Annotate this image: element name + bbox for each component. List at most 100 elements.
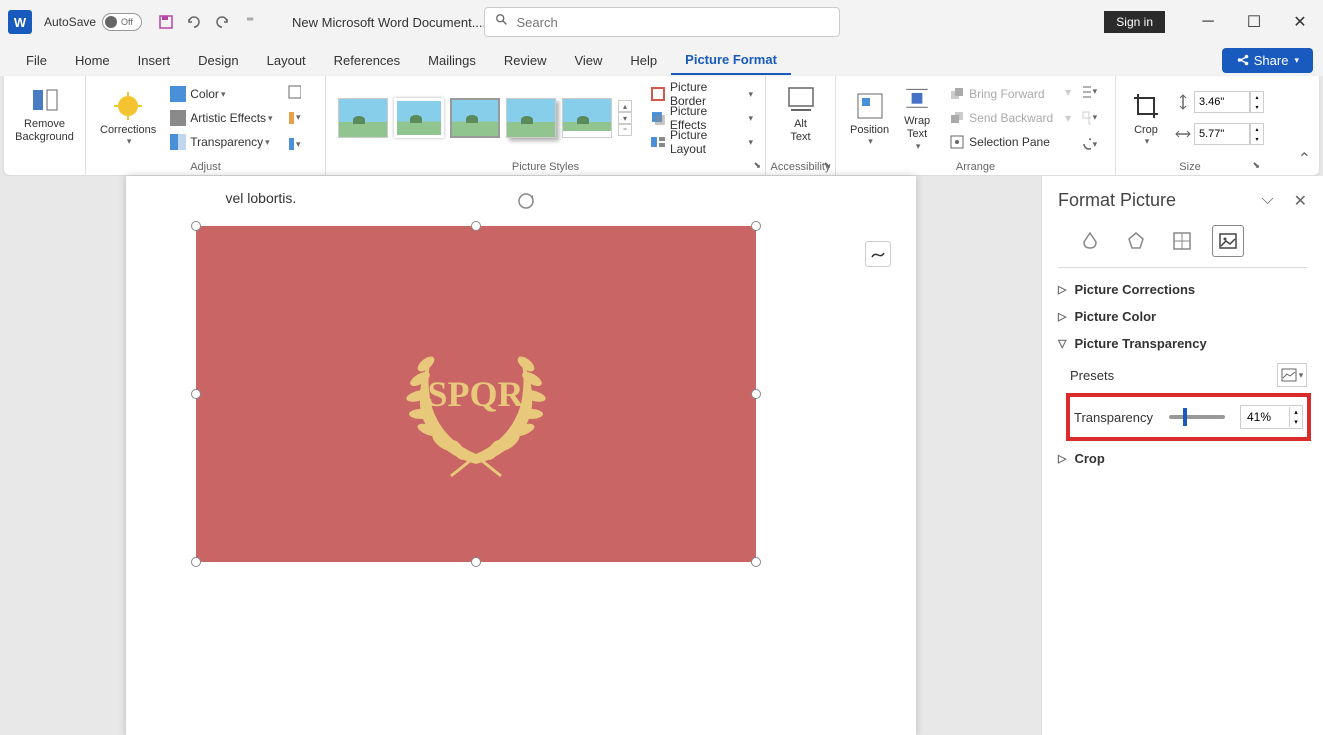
width-down[interactable]: ▾ xyxy=(1251,134,1263,144)
gallery-scroll-up[interactable]: ▴ xyxy=(618,100,632,112)
maximize-button[interactable]: ☐ xyxy=(1231,6,1277,38)
transparency-input[interactable] xyxy=(1241,406,1289,428)
selection-handle-tl[interactable] xyxy=(191,221,201,231)
document-page[interactable]: vel lobortis. xyxy=(126,176,916,735)
pane-close-button[interactable]: ✕ xyxy=(1294,191,1307,211)
qat-customize[interactable]: ⁼ xyxy=(236,8,264,36)
accessibility-launcher[interactable]: ⬊ xyxy=(823,160,831,171)
autosave-toggle[interactable]: Off xyxy=(102,13,142,31)
selection-handle-ml[interactable] xyxy=(191,389,201,399)
selection-handle-bl[interactable] xyxy=(191,557,201,567)
picture-style-1[interactable] xyxy=(338,98,388,138)
picture-transparency-section[interactable]: ▽ Picture Transparency xyxy=(1058,330,1307,357)
presets-dropdown[interactable]: ▾ xyxy=(1277,363,1307,387)
position-button[interactable]: Position▾ xyxy=(844,80,895,156)
close-button[interactable]: ✕ xyxy=(1277,6,1323,38)
picture-corrections-section[interactable]: ▷ Picture Corrections xyxy=(1058,276,1307,303)
selected-image[interactable]: SPQR xyxy=(196,226,756,562)
effects-category-icon[interactable] xyxy=(1120,225,1152,257)
tab-picture-format[interactable]: Picture Format xyxy=(671,46,791,75)
picture-style-3[interactable] xyxy=(450,98,500,138)
redo-button[interactable] xyxy=(208,8,236,36)
share-button[interactable]: Share ▾ xyxy=(1222,48,1313,73)
autosave-label: AutoSave xyxy=(44,15,96,29)
reset-picture-button[interactable]: ▾ xyxy=(283,133,305,156)
align-button[interactable]: ▾ xyxy=(1077,80,1101,103)
picture-layout-button[interactable]: Picture Layout▾ xyxy=(646,130,757,154)
tab-view[interactable]: View xyxy=(560,47,616,74)
pane-title: Format Picture xyxy=(1058,190,1176,211)
collapse-ribbon-button[interactable]: ⌃ xyxy=(1298,149,1311,169)
pane-options-button[interactable]: ⌵ xyxy=(1261,191,1273,211)
gallery-scroll-down[interactable]: ▾ xyxy=(618,112,632,124)
change-picture-button[interactable]: ▾ xyxy=(283,106,305,129)
layout-category-icon[interactable] xyxy=(1166,225,1198,257)
tab-references[interactable]: References xyxy=(320,47,414,74)
corrections-button[interactable]: Corrections ▾ xyxy=(94,80,162,156)
tab-insert[interactable]: Insert xyxy=(124,47,185,74)
compress-pictures-button[interactable] xyxy=(283,80,305,103)
size-launcher[interactable]: ⬊ xyxy=(1252,160,1260,171)
alt-text-button[interactable]: Alt Text xyxy=(774,80,827,148)
send-backward-more[interactable]: ▾ xyxy=(1061,106,1075,129)
autosave-control[interactable]: AutoSave Off xyxy=(44,13,142,31)
slider-thumb[interactable] xyxy=(1183,408,1187,426)
width-up[interactable]: ▴ xyxy=(1251,124,1263,134)
search-box[interactable] xyxy=(484,7,840,37)
selection-pane-button[interactable]: Selection Pane xyxy=(945,130,1057,154)
fill-line-icon[interactable] xyxy=(1074,225,1106,257)
crop-section[interactable]: ▷ Crop xyxy=(1058,445,1307,472)
selection-handle-mr[interactable] xyxy=(751,389,761,399)
tab-file[interactable]: File xyxy=(12,47,61,74)
bring-forward-button[interactable]: Bring Forward xyxy=(945,82,1057,106)
tab-review[interactable]: Review xyxy=(490,47,561,74)
height-down[interactable]: ▾ xyxy=(1251,102,1263,112)
undo-button[interactable] xyxy=(180,8,208,36)
height-up[interactable]: ▴ xyxy=(1251,92,1263,102)
height-input[interactable] xyxy=(1194,91,1250,113)
layout-options-button[interactable] xyxy=(865,241,891,267)
transparency-down[interactable]: ▾ xyxy=(1290,417,1302,427)
selection-handle-tc[interactable] xyxy=(471,221,481,231)
search-input[interactable] xyxy=(517,15,829,30)
gallery-expand[interactable]: ⁼ xyxy=(618,124,632,136)
picture-effects-button[interactable]: Picture Effects▾ xyxy=(646,106,757,130)
picture-style-4[interactable] xyxy=(506,98,556,138)
picture-style-5[interactable] xyxy=(562,98,612,138)
save-button[interactable] xyxy=(152,8,180,36)
remove-background-group: Remove Background xyxy=(4,76,86,175)
picture-category-icon[interactable] xyxy=(1212,225,1244,257)
transparency-slider[interactable] xyxy=(1169,415,1225,419)
width-input[interactable] xyxy=(1194,123,1250,145)
signin-button[interactable]: Sign in xyxy=(1104,11,1165,33)
selection-handle-tr[interactable] xyxy=(751,221,761,231)
transparency-button[interactable]: Transparency▾ xyxy=(166,130,276,154)
tab-mailings[interactable]: Mailings xyxy=(414,47,490,74)
picture-style-gallery[interactable]: ▴ ▾ ⁼ xyxy=(334,90,636,146)
group-button[interactable]: ▾ xyxy=(1077,106,1101,129)
selection-handle-bc[interactable] xyxy=(471,557,481,567)
color-button[interactable]: Color▾ xyxy=(166,82,276,106)
remove-background-button[interactable]: Remove Background xyxy=(12,80,77,148)
rotate-button[interactable]: ▾ xyxy=(1077,133,1101,156)
tab-design[interactable]: Design xyxy=(184,47,252,74)
wrap-icon xyxy=(901,84,933,113)
bring-forward-more[interactable]: ▾ xyxy=(1061,80,1075,103)
send-backward-button[interactable]: Send Backward xyxy=(945,106,1057,130)
minimize-button[interactable]: ─ xyxy=(1185,6,1231,38)
presets-label: Presets xyxy=(1070,368,1114,383)
picture-color-section[interactable]: ▷ Picture Color xyxy=(1058,303,1307,330)
picture-border-button[interactable]: Picture Border▾ xyxy=(646,82,757,106)
tab-layout[interactable]: Layout xyxy=(253,47,320,74)
crop-button[interactable]: Crop▾ xyxy=(1124,86,1168,151)
tab-help[interactable]: Help xyxy=(616,47,671,74)
wrap-text-button[interactable]: Wrap Text▾ xyxy=(895,80,939,156)
artistic-effects-button[interactable]: Artistic Effects▾ xyxy=(166,106,276,130)
document-title[interactable]: New Microsoft Word Document.... ⌵ xyxy=(292,14,502,30)
transparency-up[interactable]: ▴ xyxy=(1290,407,1302,417)
picture-style-2[interactable] xyxy=(394,98,444,138)
rotate-handle[interactable] xyxy=(516,191,536,216)
tab-home[interactable]: Home xyxy=(61,47,124,74)
picture-styles-launcher[interactable]: ⬊ xyxy=(753,160,761,171)
selection-handle-br[interactable] xyxy=(751,557,761,567)
